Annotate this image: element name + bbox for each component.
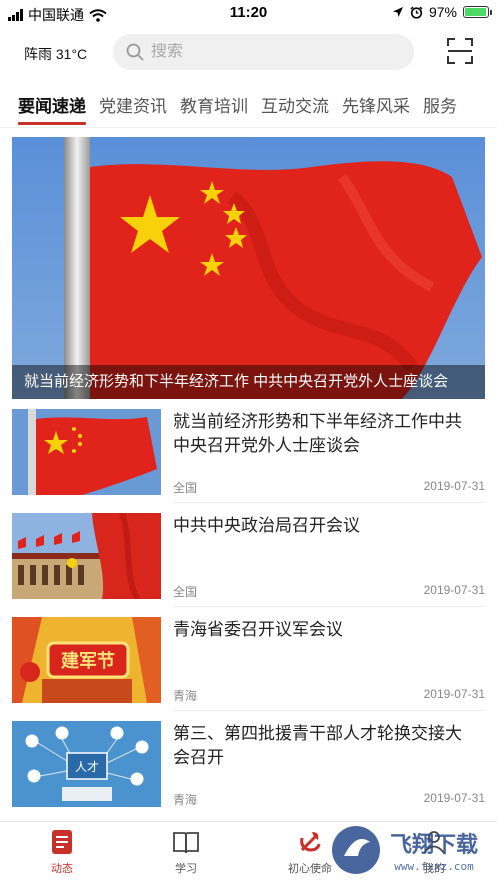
search-icon [126,43,144,61]
news-date: 2019-07-31 [423,583,485,597]
scan-icon[interactable] [447,38,473,64]
status-bar: 中国联通 11:20 97% [0,0,497,26]
tab-services[interactable]: 服务 [423,92,457,124]
nav-label: 学习 [175,863,197,875]
search-bar[interactable] [113,34,414,70]
news-date: 2019-07-31 [423,479,485,493]
nav-label: 初心使命 [288,863,332,875]
status-right: 97% [392,4,492,20]
nav-dynamics[interactable]: 动态 [12,828,112,876]
watermark-url: www.fxxz.com [394,860,474,873]
news-icon [52,830,72,854]
battery-icon [463,6,492,18]
news-region: 青海 [173,793,198,807]
news-item[interactable]: 建军节 青海省委召开议军会议 青海 2019-07-31 [0,614,497,718]
divider [173,606,485,607]
news-region: 全国 [173,481,198,495]
tab-education[interactable]: 教育培训 [180,92,248,124]
book-icon [173,832,199,854]
alarm-icon [410,5,423,19]
nav-study[interactable]: 学习 [136,828,236,876]
tab-pioneers[interactable]: 先锋风采 [342,92,410,124]
news-region: 青海 [173,689,198,703]
news-item[interactable]: 人才 第三、第四批援青干部人才轮换交接大会召开 青海 2019-07-31 [0,718,497,822]
party-emblem-icon [300,832,321,852]
watermark-text: 飞翔下载 [390,832,478,858]
talent-text: 人才 [75,760,99,774]
search-input[interactable] [151,43,391,61]
news-title: 中共中央政治局召开会议 [173,516,360,535]
hero-banner[interactable]: 就当前经济形势和下半年经济工作 中共中央召开党外人士座谈会 [12,137,485,399]
divider [173,710,485,711]
news-title: 青海省委召开议军会议 [173,620,343,639]
battery-percent: 97% [428,4,457,20]
news-thumbnail [12,513,161,599]
divider [173,502,485,503]
news-date: 2019-07-31 [423,687,485,701]
tab-interaction[interactable]: 互动交流 [261,92,329,124]
flag-image [12,137,485,399]
news-title: 就当前经济形势和下半年经济工作中共中央召开党外人士座谈会 [173,412,462,455]
news-thumbnail: 人才 [12,721,161,807]
tab-news-express[interactable]: 要闻速递 [18,92,86,125]
watermark-logo: 飞翔下载 www.fxxz.com [332,826,478,874]
category-tabs: 要闻速递 党建资讯 教育培训 互动交流 先锋风采 服务 [0,84,497,128]
news-item[interactable]: 中共中央政治局召开会议 全国 2019-07-31 [0,510,497,614]
army-day-text: 建军节 [61,650,115,672]
news-item[interactable]: 就当前经济形势和下半年经济工作中共中央召开党外人士座谈会 全国 2019-07-… [0,406,497,510]
news-thumbnail [12,409,161,495]
location-icon [392,7,403,17]
nav-label: 动态 [51,863,73,875]
app-header: 阵雨 31°C [0,26,497,76]
weather-label: 阵雨 31°C [24,46,88,62]
news-thumbnail: 建军节 [12,617,161,703]
tab-party-news[interactable]: 党建资讯 [99,92,167,124]
news-list: 就当前经济形势和下半年经济工作中共中央召开党外人士座谈会 全国 2019-07-… [0,406,497,822]
hero-caption: 就当前经济形势和下半年经济工作 中共中央召开党外人士座谈会 [12,365,485,399]
news-date: 2019-07-31 [423,791,485,805]
news-region: 全国 [173,585,198,599]
news-title: 第三、第四批援青干部人才轮换交接大会召开 [173,724,462,767]
